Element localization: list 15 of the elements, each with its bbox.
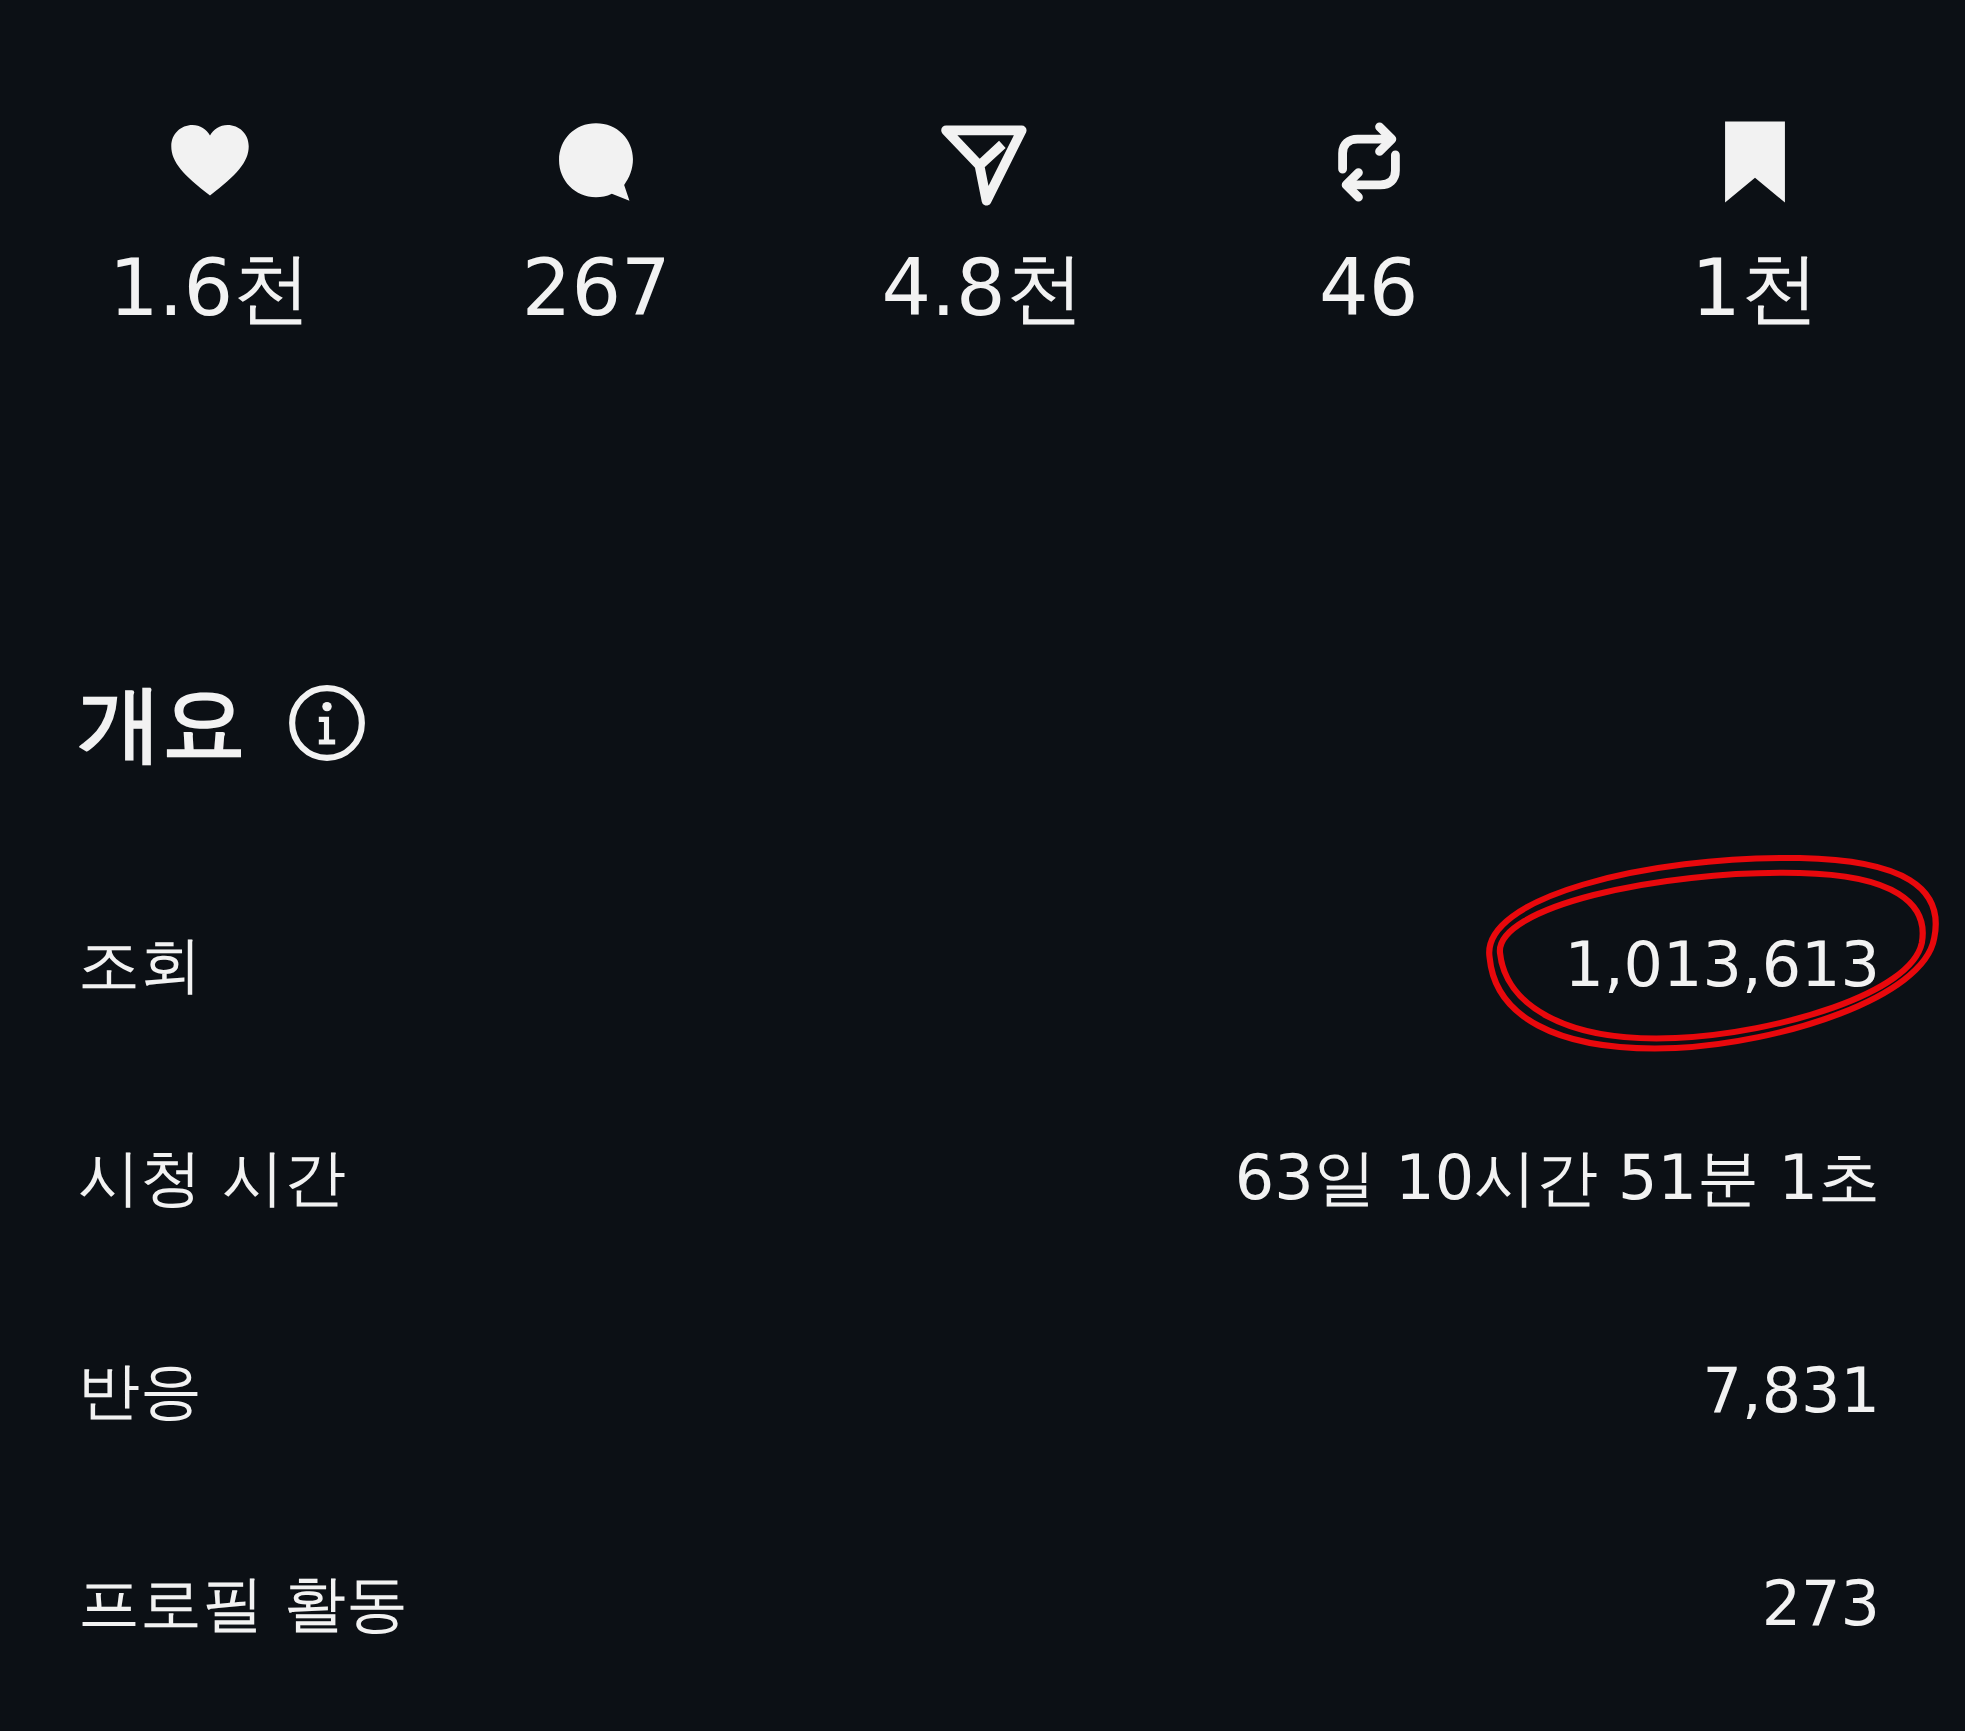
metric-label: 프로필 활동	[78, 1566, 408, 1642]
metric-label: 조회	[78, 927, 202, 1003]
metric-value: 7,831	[1702, 1354, 1880, 1427]
stat-count: 1천	[1691, 249, 1819, 327]
stat-count: 4.8천	[881, 249, 1084, 327]
stat-count: 1.6천	[108, 249, 311, 327]
stat-count: 267	[521, 249, 671, 327]
metric-label: 반응	[78, 1353, 202, 1429]
metric-value: 63일 10시간 51분 1초	[1234, 1141, 1880, 1214]
stat-count: 46	[1319, 249, 1419, 327]
metric-value: 273	[1761, 1567, 1880, 1640]
info-icon[interactable]	[286, 682, 368, 764]
metric-value: 1,013,613	[1564, 928, 1880, 1001]
section-title: 개요	[78, 681, 246, 765]
metric-label: 시청 시간	[78, 1140, 346, 1216]
